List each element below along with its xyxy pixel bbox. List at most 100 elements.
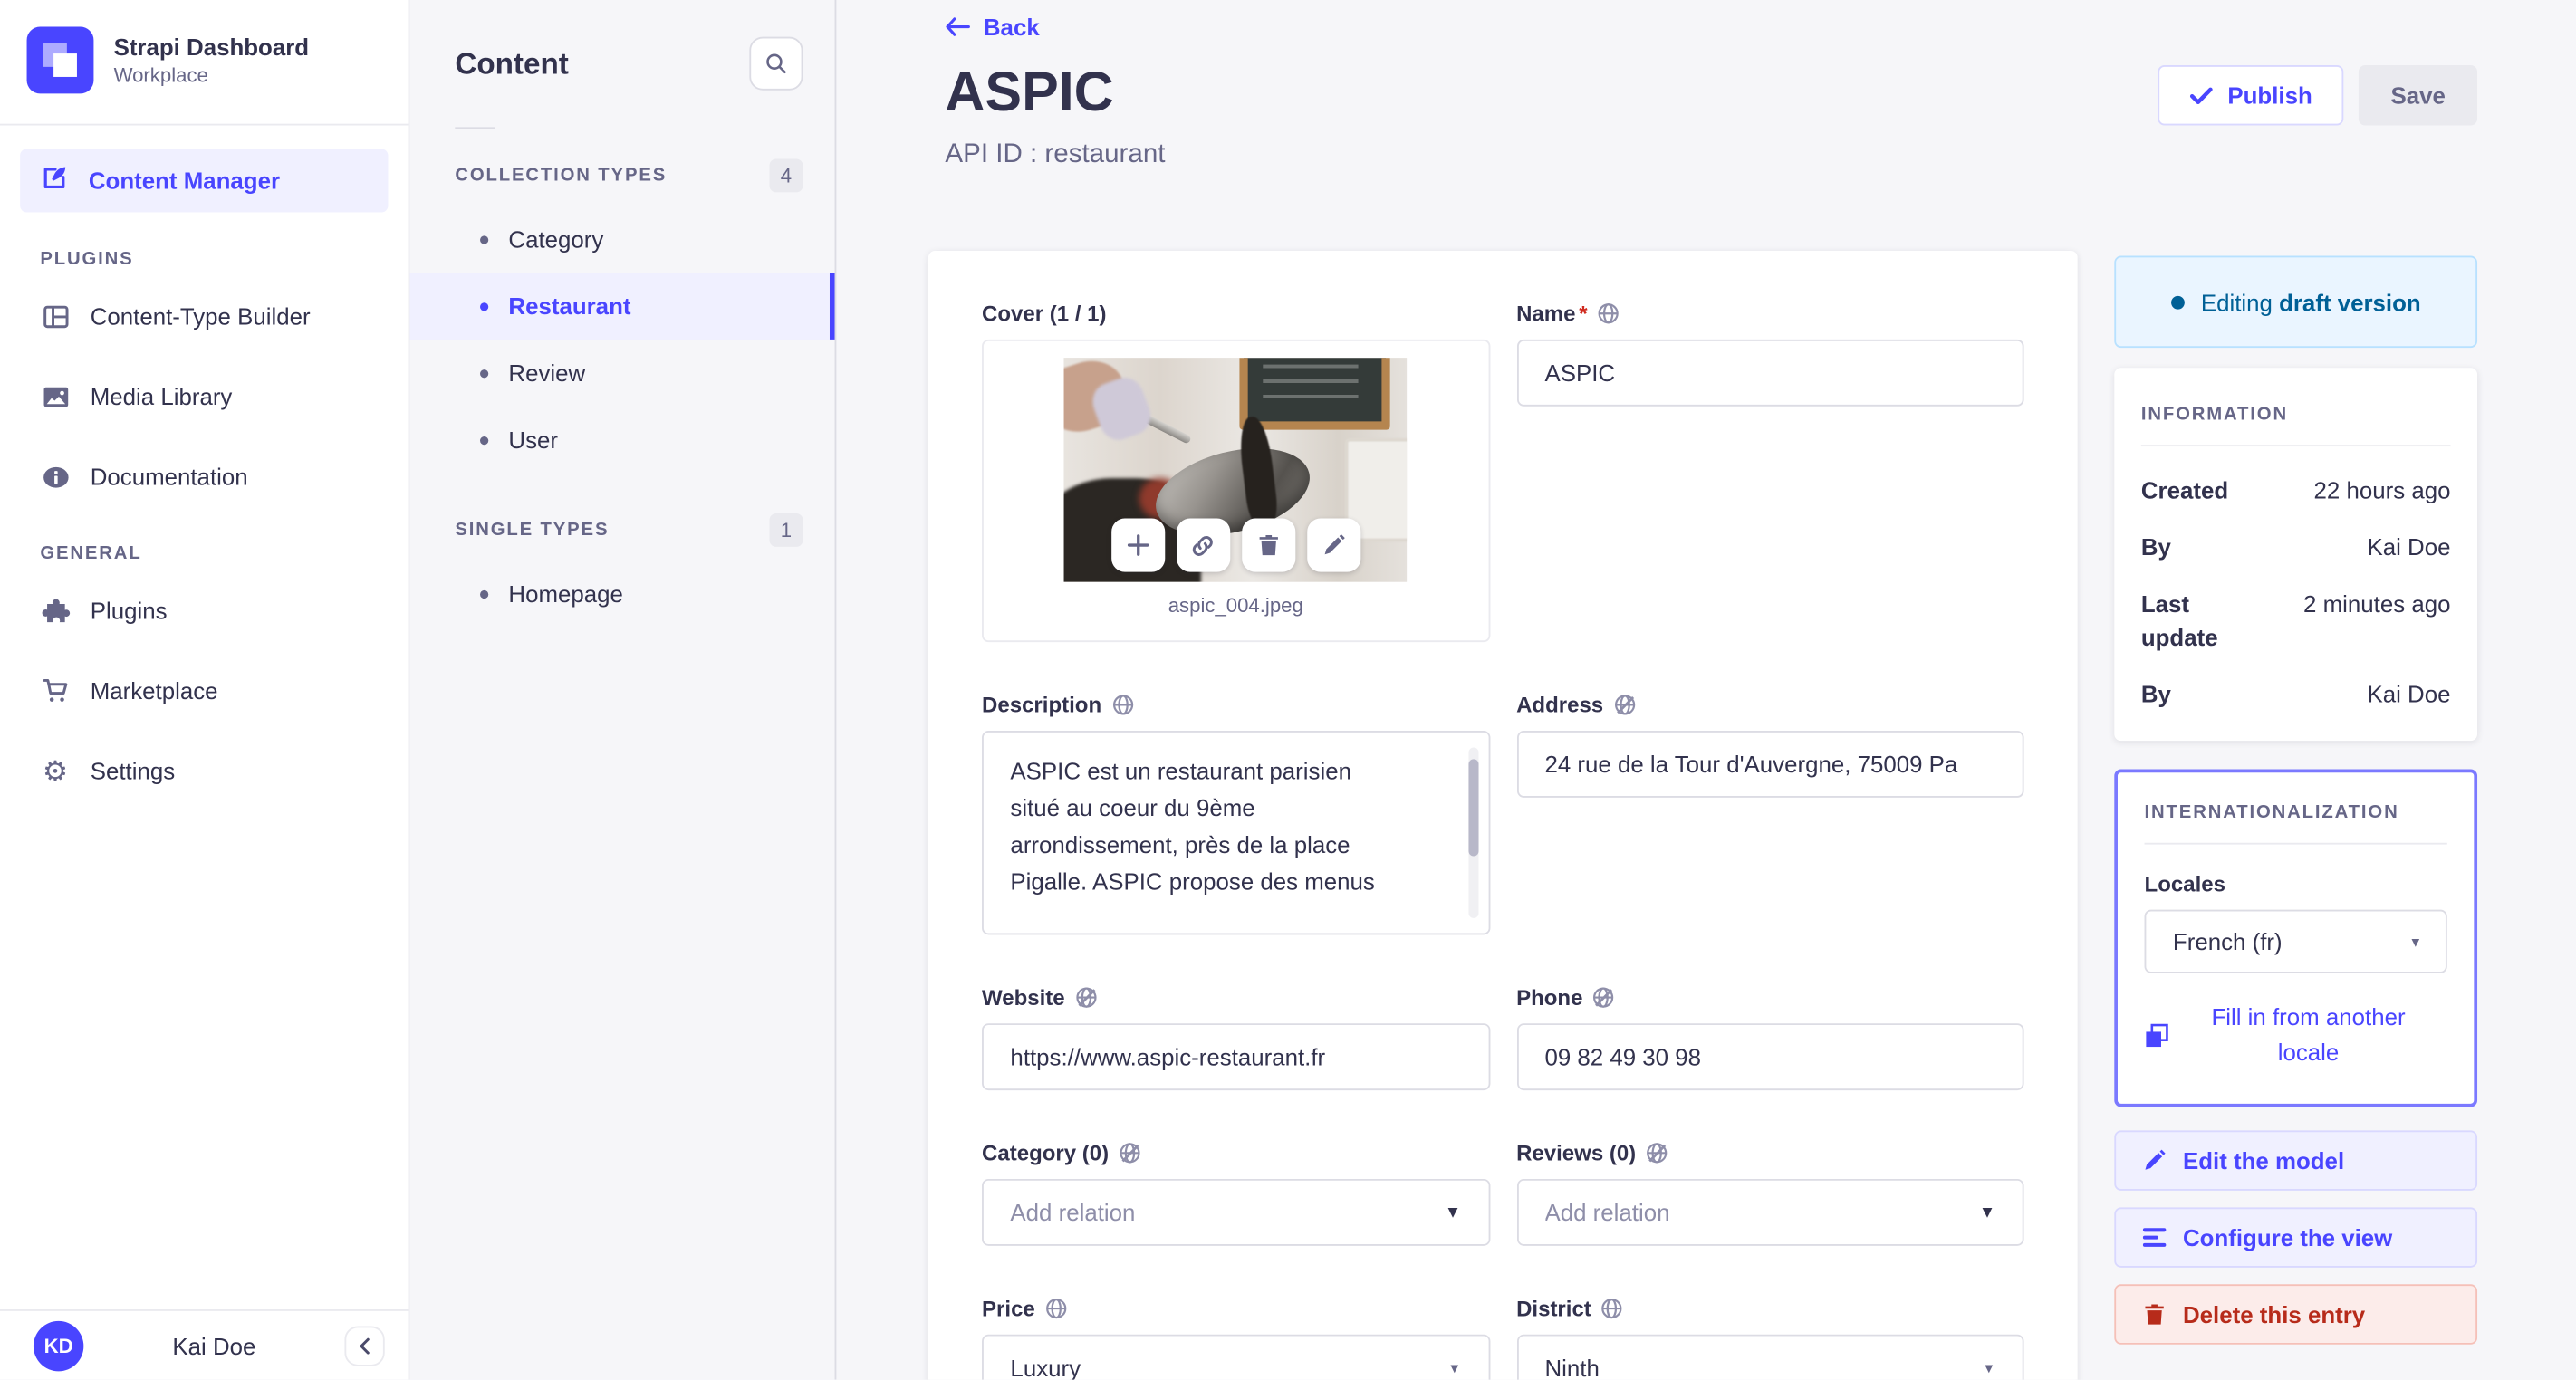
link-icon xyxy=(1193,535,1214,556)
sidebar-item-content-type-builder[interactable]: Content-Type Builder xyxy=(0,286,409,346)
divider xyxy=(2144,842,2447,845)
section-collection-types: COLLECTION TYPES 4 xyxy=(409,158,834,193)
arrow-left-icon xyxy=(946,17,970,36)
info-circle-icon xyxy=(40,462,70,492)
bullet-icon xyxy=(480,589,489,599)
required-mark: * xyxy=(1579,301,1588,327)
chevron-down-icon: ▼ xyxy=(1982,1360,1996,1375)
pencil-icon xyxy=(1324,534,1345,555)
price-select[interactable]: Luxury ▼ xyxy=(982,1334,1490,1380)
field-category: Category (0) Add relation ▼ xyxy=(982,1140,1490,1246)
avatar[interactable]: KD xyxy=(33,1320,84,1371)
internationalization-card: INTERNATIONALIZATION Locales French (fr)… xyxy=(2114,769,2478,1107)
information-title: INFORMATION xyxy=(2140,404,2288,426)
gear-icon: ⚙ xyxy=(42,754,69,787)
meta-column: Editing draft version INFORMATION Create… xyxy=(2114,255,2478,1345)
globe-icon xyxy=(1045,1298,1067,1319)
save-button[interactable]: Save xyxy=(2359,65,2478,126)
sidebar-section-general: GENERAL xyxy=(40,543,142,564)
category-relation-select[interactable]: Add relation ▼ xyxy=(982,1178,1490,1246)
copy-icon xyxy=(2146,1022,2168,1047)
sidebar-footer: KD Kai Doe xyxy=(0,1309,409,1380)
sidebar-section-plugins: PLUGINS xyxy=(40,249,134,270)
bullet-icon xyxy=(480,369,489,378)
globe-slash-icon xyxy=(1613,694,1635,715)
sidebar-item-media-library[interactable]: Media Library xyxy=(0,366,409,426)
search-icon xyxy=(766,53,786,74)
entry-form-card: Cover (1 / 1) aspic_004.jpeg Name * ASPI… xyxy=(928,251,2078,1380)
cover-media-box: aspic_004.jpeg xyxy=(982,339,1490,643)
subnav-item-homepage[interactable]: Homepage xyxy=(409,561,834,628)
sidebar-item-plugins[interactable]: Plugins xyxy=(0,580,409,640)
content-subnav: Content COLLECTION TYPES 4 Category Rest… xyxy=(409,0,837,1380)
description-textarea[interactable]: ASPIC est un restaurant parisien situé a… xyxy=(982,731,1490,935)
sidebar-item-settings[interactable]: ⚙ Settings xyxy=(0,741,409,800)
delete-media-button[interactable] xyxy=(1241,518,1295,572)
bullet-icon xyxy=(480,235,489,244)
info-row-last-update: Last update 2 minutes ago xyxy=(2140,589,2451,651)
sidebar-item-marketplace[interactable]: Marketplace xyxy=(0,660,409,720)
search-button[interactable] xyxy=(749,36,803,91)
globe-icon xyxy=(1598,302,1620,324)
delete-entry-button[interactable]: Delete this entry xyxy=(2114,1284,2478,1345)
sidebar-item-documentation[interactable]: Documentation xyxy=(0,446,409,506)
strapi-logo-icon xyxy=(26,26,94,94)
edit-model-button[interactable]: Edit the model xyxy=(2114,1130,2478,1191)
reviews-relation-select[interactable]: Add relation ▼ xyxy=(1516,1178,2024,1246)
field-price: Price Luxury ▼ xyxy=(982,1296,1490,1380)
copy-link-button[interactable] xyxy=(1176,518,1230,572)
field-website: Website https://www.aspic-restaurant.fr xyxy=(982,985,1490,1091)
phone-input[interactable]: 09 82 49 30 98 xyxy=(1516,1023,2024,1091)
bullet-icon xyxy=(480,302,489,311)
subnav-item-restaurant[interactable]: Restaurant xyxy=(409,273,835,340)
field-name: Name * ASPIC xyxy=(1516,301,2024,407)
subnav-item-user[interactable]: User xyxy=(409,407,834,474)
info-row-created-by: By Kai Doe xyxy=(2140,533,2451,561)
page-title: ASPIC xyxy=(945,60,1114,122)
back-link[interactable]: Back xyxy=(945,14,1040,40)
scrollbar-thumb[interactable] xyxy=(1467,759,1478,857)
district-select[interactable]: Ninth ▼ xyxy=(1516,1334,2024,1380)
add-media-button[interactable] xyxy=(1110,518,1165,572)
locales-label: Locales xyxy=(2144,871,2225,896)
configure-view-button[interactable]: Configure the view xyxy=(2114,1207,2478,1268)
sidebar-item-label: Marketplace xyxy=(90,676,218,704)
puzzle-icon xyxy=(40,595,70,625)
field-phone: Phone 09 82 49 30 98 xyxy=(1516,985,2024,1091)
count-badge: 1 xyxy=(769,513,803,547)
address-input[interactable]: 24 rue de la Tour d'Auvergne, 75009 Pa xyxy=(1516,731,2024,798)
field-description: Description ASPIC est un restaurant pari… xyxy=(982,693,1490,935)
subnav-title: Content xyxy=(455,45,569,80)
globe-slash-icon xyxy=(1593,987,1615,1009)
main-sidebar: Strapi Dashboard Workplace Content Manag… xyxy=(0,0,410,1380)
chevron-down-icon: ▼ xyxy=(1978,1203,1996,1222)
image-icon xyxy=(40,381,70,411)
info-row-updated-by: By Kai Doe xyxy=(2140,680,2451,708)
trash-icon xyxy=(1259,534,1278,556)
name-input[interactable]: ASPIC xyxy=(1516,339,2024,407)
cover-photo xyxy=(1063,358,1408,582)
sidebar-item-label: Plugins xyxy=(90,597,168,624)
locale-select[interactable]: French (fr) ▼ xyxy=(2144,909,2447,973)
field-cover: Cover (1 / 1) aspic_004.jpeg xyxy=(982,301,1490,643)
subnav-item-category[interactable]: Category xyxy=(409,206,834,273)
user-name: Kai Doe xyxy=(172,1331,256,1359)
chevron-left-icon xyxy=(360,1337,370,1354)
field-reviews: Reviews (0) Add relation ▼ xyxy=(1516,1140,2024,1246)
field-district: District Ninth ▼ xyxy=(1516,1296,2024,1380)
cart-icon xyxy=(40,676,70,705)
collapse-sidebar-button[interactable] xyxy=(344,1325,385,1366)
list-icon xyxy=(2142,1228,2167,1247)
subnav-item-review[interactable]: Review xyxy=(409,340,834,407)
layout-grid-icon xyxy=(40,301,70,331)
website-input[interactable]: https://www.aspic-restaurant.fr xyxy=(982,1023,1490,1091)
divider xyxy=(2140,445,2451,447)
publish-button[interactable]: Publish xyxy=(2157,65,2344,126)
sidebar-item-content-manager[interactable]: Content Manager xyxy=(20,149,389,213)
fill-from-locale-link[interactable]: Fill in from another locale xyxy=(2145,1000,2447,1070)
api-id-subtitle: API ID : restaurant xyxy=(945,140,1166,169)
field-address: Address 24 rue de la Tour d'Auvergne, 75… xyxy=(1516,693,2024,798)
strapi-dashboard: Strapi Dashboard Workplace Content Manag… xyxy=(0,0,2576,1380)
divider xyxy=(455,127,495,129)
edit-media-button[interactable] xyxy=(1306,518,1360,572)
